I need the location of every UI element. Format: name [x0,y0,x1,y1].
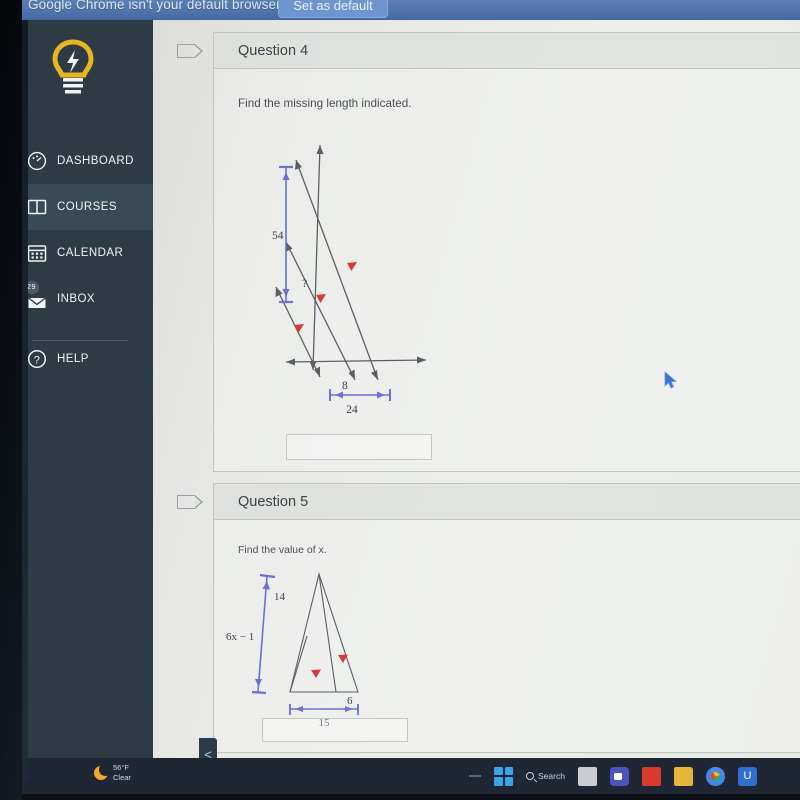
canvas-lms-viewport: DASHBOARD COURSES CALENDAR 29 INBOX ? HE… [14,20,800,760]
sidebar-item-courses[interactable]: COURSES [14,184,153,230]
question-prompt-4: Find the missing length indicated. [238,97,412,110]
taskbar-app-row: Search U [494,758,757,794]
question-flag-cell-4[interactable] [171,32,213,72]
windows-start-icon[interactable] [494,766,513,786]
sidebar-item-help[interactable]: ? HELP [14,336,153,382]
chrome-default-browser-message: Google Chrome isn't your default browser [28,0,281,12]
crescent-moon-icon [94,763,112,781]
red-app-icon[interactable] [641,766,661,786]
inbox-envelope-icon: 29 [24,281,48,310]
figure-label-14: 14 [274,591,286,603]
sidebar-item-inbox[interactable]: 29 INBOX [14,276,153,322]
question-card-4: Question 4 Find the missing length indic… [213,32,800,472]
courses-book-icon [26,196,48,218]
file-explorer-icon[interactable] [673,766,693,786]
answer-input-q4[interactable] [286,434,432,460]
chrome-default-browser-bar: Google Chrome isn't your default browser… [0,0,800,20]
sidebar-item-calendar[interactable]: CALENDAR [14,230,153,276]
question-body-5: Find the value of x. 14 6x − 1 6 15 [214,520,800,753]
question-body-4: Find the missing length indicated. 54 ? … [214,69,800,472]
svg-text:?: ? [34,354,41,366]
task-view-icon[interactable] [577,766,597,786]
taskbar-overflow-icon[interactable] [469,775,481,777]
weather-temperature: 56°F [113,763,129,772]
figure-parallel-lines-q4: 54 ? 8 24 [254,127,494,417]
question-header-5: Question 5 [214,484,800,520]
figure-label-8: 8 [342,380,348,392]
sidebar-item-dashboard[interactable]: DASHBOARD [14,138,153,184]
laptop-screen-photo: Google Chrome isn't your default browser… [0,0,800,800]
sidebar-item-label: HELP [57,353,89,365]
answer-input-q5[interactable] [262,718,408,742]
sidebar-collapse-button[interactable]: < [199,738,217,760]
flag-icon[interactable] [177,43,203,58]
question-prompt-5: Find the value of x. [238,544,327,556]
weather-condition: Clear [113,773,131,783]
teams-camera-icon[interactable] [609,766,629,786]
figure-label-6: 6 [347,695,353,707]
set-as-default-button[interactable]: Set as default [278,0,388,18]
search-label: Search [538,771,565,781]
lightbulb-logo-icon[interactable] [50,38,96,100]
blue-u-app-icon[interactable]: U [737,766,757,786]
sidebar-item-label: DASHBOARD [57,155,134,167]
sidebar-item-label: INBOX [57,293,96,305]
sidebar-nav-list: DASHBOARD COURSES CALENDAR 29 INBOX ? HE… [14,138,153,382]
sidebar-divider [32,340,128,341]
quiz-content-area: Question 4 Find the missing length indic… [153,20,800,760]
taskbar-search-button[interactable]: Search [524,770,565,782]
question-header-4: Question 4 [214,33,800,69]
flag-icon[interactable] [177,494,203,509]
laptop-bezel-left [0,0,22,800]
search-icon [524,770,536,782]
figure-label-54: 54 [272,230,284,242]
question-flag-cell-5[interactable] [171,483,213,523]
figure-label-6x-minus-1: 6x − 1 [226,631,254,643]
question-card-5: Question 5 Find the value of x. 14 6x − … [213,483,800,753]
figure-label-unknown: ? [302,276,307,290]
figure-similar-triangles-q5: 14 6x − 1 6 15 [226,564,444,734]
sidebar-item-label: COURSES [57,201,118,213]
figure-label-24: 24 [346,404,358,416]
taskbar-weather-widget[interactable]: 56°F Clear [94,763,131,783]
dashboard-speedometer-icon [26,150,48,172]
windows-taskbar: 56°F Clear Search U [14,758,800,794]
sidebar-item-label: CALENDAR [57,247,124,259]
help-question-icon: ? [26,348,48,370]
google-chrome-icon[interactable] [705,766,725,786]
calendar-icon [26,242,48,264]
canvas-global-nav-sidebar: DASHBOARD COURSES CALENDAR 29 INBOX ? HE… [14,20,153,760]
